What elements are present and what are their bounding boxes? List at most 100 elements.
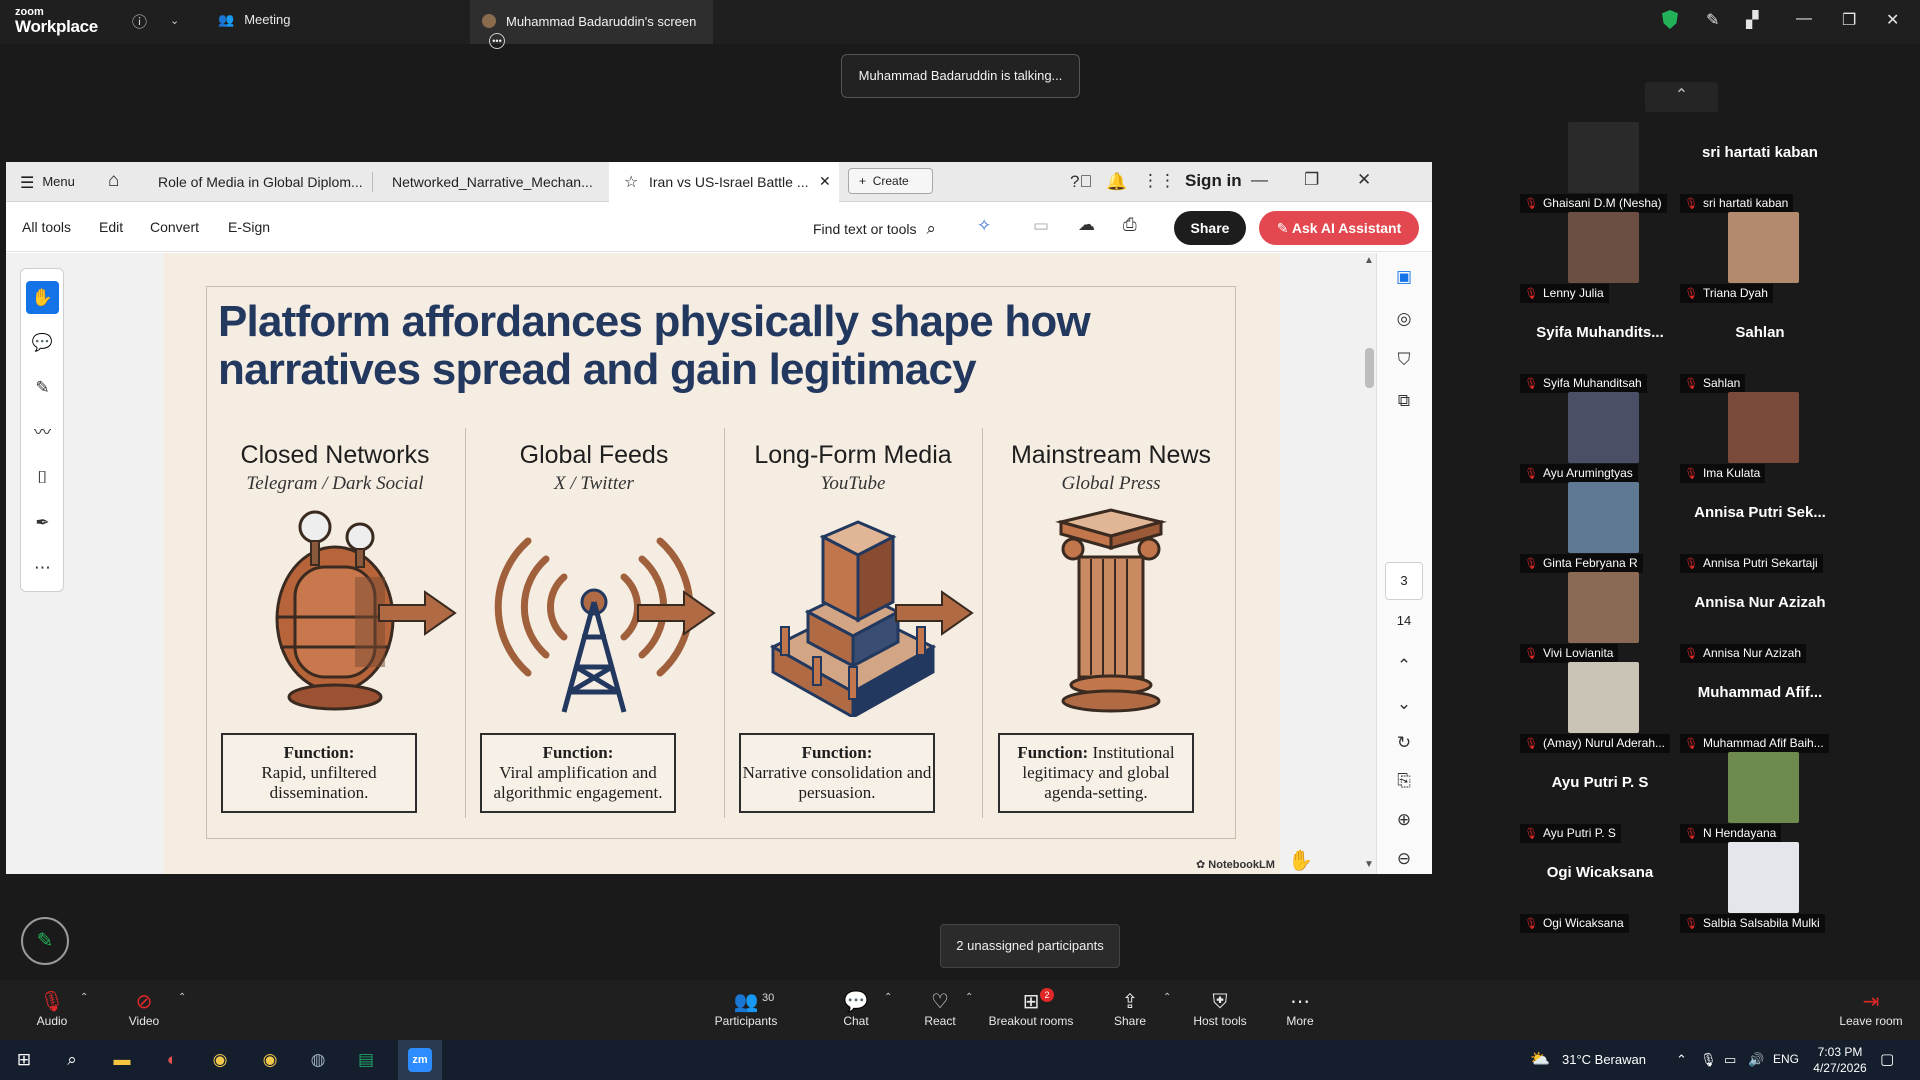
scroll-down-icon[interactable]: ▼: [1364, 859, 1374, 870]
chevron-down-icon[interactable]: ⌄: [170, 14, 179, 27]
participant-tile[interactable]: Annisa Putri Sek... 🎙 Annisa Putri Sekart…: [1680, 482, 1840, 573]
participant-tile[interactable]: 🎙 N Hendayana: [1680, 752, 1840, 843]
participant-tile[interactable]: 🎙 Ayu Arumingtyas: [1520, 392, 1680, 483]
sign-tool-icon[interactable]: ✒: [26, 506, 59, 539]
microphone-icon[interactable]: 🎙: [1700, 1052, 1717, 1068]
close-icon[interactable]: ✕: [1886, 10, 1899, 30]
chrome-icon[interactable]: ◉: [208, 1048, 232, 1072]
print-icon[interactable]: ⎙: [1123, 215, 1137, 235]
participant-tile[interactable]: 🎙 Ima Kulata: [1680, 392, 1840, 483]
hand-tool-icon[interactable]: ✋: [26, 281, 59, 314]
participant-tile[interactable]: 🎙 Salbia Salsabila Mulki: [1680, 842, 1840, 933]
ask-ai-assistant-button[interactable]: ✎ Ask AI Assistant: [1259, 211, 1419, 245]
participant-tile[interactable]: Syifa Muhandits... 🎙 Syifa Muhanditsah: [1520, 302, 1680, 393]
share-options-caret[interactable]: ⌃: [1163, 992, 1171, 1003]
security-shield-icon[interactable]: [1662, 10, 1678, 29]
annotate-pen-icon[interactable]: ✎: [1706, 10, 1719, 30]
info-icon[interactable]: ⓘ: [132, 11, 147, 32]
more-tools-icon[interactable]: ⋯: [26, 551, 59, 584]
system-clock[interactable]: 7:03 PM 4/27/2026: [1810, 1044, 1870, 1076]
share-screen-button[interactable]: ⇪ Share: [1110, 990, 1150, 1028]
chrome-profile-icon[interactable]: ◉: [258, 1048, 282, 1072]
ai-tools-icon[interactable]: ✧: [977, 216, 991, 236]
home-icon[interactable]: ⌂: [108, 170, 119, 192]
highlight-pen-icon[interactable]: ✎: [26, 371, 59, 404]
scroll-thumb[interactable]: [1365, 348, 1374, 388]
participant-tile[interactable]: 🎙 Lenny Julia: [1520, 212, 1680, 303]
doc-tab-2[interactable]: Networked_Narrative_Mechan...: [386, 162, 606, 202]
restore-icon[interactable]: ❐: [1304, 170, 1319, 190]
ai-summary-icon[interactable]: ▣: [1391, 267, 1417, 287]
previous-page-icon[interactable]: ⌃: [1391, 656, 1417, 676]
more-button[interactable]: ⋯ More: [1280, 990, 1320, 1028]
find-text-tools[interactable]: Find text or tools ⌕: [813, 219, 936, 239]
app-icon[interactable]: ◍: [306, 1048, 330, 1072]
freehand-draw-icon[interactable]: 〰: [26, 416, 59, 449]
menu-convert[interactable]: Convert: [150, 219, 199, 235]
current-page-field[interactable]: 3: [1385, 562, 1423, 600]
annotation-pen-button[interactable]: ✎: [21, 917, 69, 965]
apps-grid-icon[interactable]: ⋮⋮: [1142, 171, 1176, 191]
collapse-gallery-button[interactable]: ⌃: [1645, 82, 1718, 112]
participant-tile[interactable]: 🎙 Ginta Febryana R: [1520, 482, 1680, 573]
text-select-icon[interactable]: ⌷: [26, 461, 59, 494]
help-icon[interactable]: ?⃝: [1070, 172, 1092, 192]
chat-options-caret[interactable]: ⌃: [884, 992, 892, 1003]
doc-tab-3-active[interactable]: ☆ Iran vs US-Israel Battle ... ✕: [609, 162, 839, 202]
video-button[interactable]: ⊘ Video: [124, 990, 164, 1028]
meeting-tab[interactable]: 👥 Meeting: [218, 12, 290, 28]
audio-options-caret[interactable]: ⌃: [80, 992, 88, 1003]
menu-all-tools[interactable]: All tools: [22, 219, 71, 235]
participant-tile[interactable]: sri hartati kaban 🎙 sri hartati kaban: [1680, 122, 1840, 213]
sign-in-link[interactable]: Sign in: [1185, 171, 1242, 191]
rotate-icon[interactable]: ↻: [1391, 733, 1417, 753]
more-options-icon[interactable]: •••: [489, 33, 505, 49]
participant-tile[interactable]: Muhammad Afif... 🎙 Muhammad Afif Baih...: [1680, 662, 1840, 753]
participant-tile[interactable]: 🎙 (Amay) Nurul Aderah...: [1520, 662, 1680, 753]
participant-tile[interactable]: Ayu Putri P. S 🎙 Ayu Putri P. S: [1520, 752, 1680, 843]
file-explorer-icon[interactable]: ▬: [110, 1048, 134, 1072]
participant-tile[interactable]: Annisa Nur Azizah 🎙 Annisa Nur Azizah: [1680, 572, 1840, 663]
chat-button[interactable]: 💬 Chat: [836, 990, 876, 1028]
vertical-scrollbar[interactable]: ▲ ▼: [1362, 253, 1376, 874]
paint-app-icon[interactable]: ◐: [160, 1048, 184, 1072]
doc-tab-1[interactable]: Role of Media in Global Diplom...: [152, 162, 382, 202]
upload-cloud-icon[interactable]: ☁: [1078, 215, 1095, 235]
view-layout-icon[interactable]: ▞: [1746, 10, 1758, 30]
scroll-up-icon[interactable]: ▲: [1364, 255, 1374, 266]
menu-esign[interactable]: E-Sign: [228, 219, 270, 235]
excel-icon[interactable]: ▤: [354, 1048, 378, 1072]
minimize-icon[interactable]: —: [1796, 10, 1812, 28]
create-button[interactable]: + Create: [848, 168, 933, 194]
notification-bell-icon[interactable]: 🔔: [1106, 172, 1127, 192]
participant-tile[interactable]: 🎙 Ghaisani D.M (Nesha): [1520, 122, 1680, 213]
participant-tile[interactable]: 🎙 Triana Dyah: [1680, 212, 1840, 303]
notifications-icon[interactable]: ▢: [1880, 1050, 1894, 1068]
participant-tile[interactable]: Sahlan 🎙 Sahlan: [1680, 302, 1840, 393]
zoom-app-icon[interactable]: zm: [408, 1048, 432, 1072]
star-icon[interactable]: ☆: [624, 172, 638, 192]
network-icon[interactable]: ▭: [1724, 1052, 1736, 1068]
next-page-icon[interactable]: ⌄: [1391, 694, 1417, 714]
comment-tool-icon[interactable]: 💬: [26, 326, 59, 359]
search-icon[interactable]: ⌕: [60, 1048, 84, 1072]
weather-text[interactable]: 31°C Berawan: [1562, 1052, 1646, 1067]
zoom-out-icon[interactable]: ⊖: [1391, 849, 1417, 869]
volume-icon[interactable]: 🔊: [1748, 1052, 1764, 1068]
close-tab-icon[interactable]: ✕: [819, 173, 831, 190]
shared-screen-tab[interactable]: Muhammad Badaruddin's screen•••: [470, 0, 713, 49]
close-icon[interactable]: ✕: [1357, 170, 1371, 190]
react-options-caret[interactable]: ⌃: [965, 992, 973, 1003]
save-icon[interactable]: ▭: [1033, 216, 1049, 236]
tray-overflow-icon[interactable]: ⌃: [1676, 1052, 1687, 1068]
leave-room-button[interactable]: ⇥ Leave room: [1838, 990, 1904, 1028]
participant-tile[interactable]: 🎙 Vivi Lovianita: [1520, 572, 1680, 663]
comments-icon[interactable]: ◎: [1391, 309, 1417, 329]
share-button[interactable]: Share: [1174, 211, 1246, 245]
bookmarks-icon[interactable]: ⛉: [1391, 350, 1417, 370]
zoom-in-icon[interactable]: ⊕: [1391, 810, 1417, 830]
maximize-icon[interactable]: ❐: [1842, 10, 1856, 30]
language-indicator[interactable]: ENG: [1773, 1052, 1799, 1066]
extract-page-icon[interactable]: ⎘: [1391, 771, 1417, 791]
breakout-rooms-button[interactable]: ⊞ Breakout rooms: [985, 990, 1077, 1028]
